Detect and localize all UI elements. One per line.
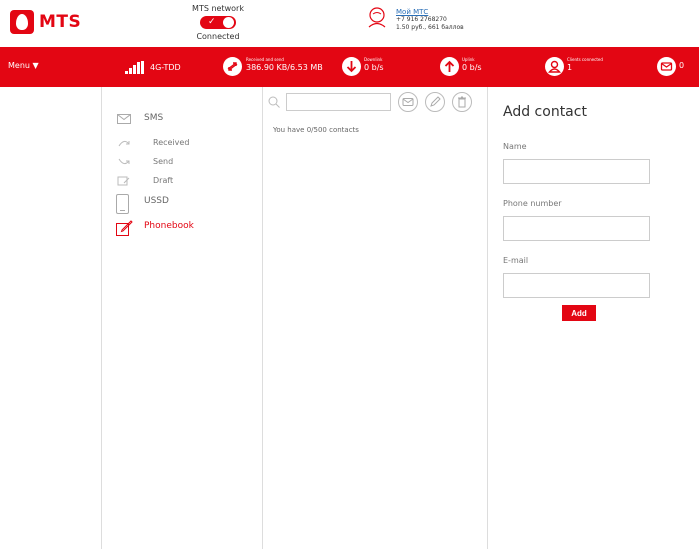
sidebar-item-draft[interactable]: Draft [153, 176, 173, 185]
contact-search-input[interactable] [286, 93, 391, 111]
traffic-icon [223, 57, 242, 76]
mts-logo[interactable]: MTS [10, 10, 82, 34]
pencil-icon [430, 96, 441, 107]
network-connection-status: Connected [196, 32, 240, 41]
network-type: 4G-TDD [150, 63, 181, 72]
downlink-icon [342, 57, 361, 76]
uplink-stat: Uplink 0 b/s [462, 57, 482, 73]
email-label: E-mail [503, 256, 529, 265]
message-contact-button[interactable] [398, 92, 418, 112]
contacts-panel: You have 0/500 contacts [262, 87, 488, 549]
edit-contact-button[interactable] [425, 92, 445, 112]
sidebar-item-ussd[interactable]: USSD [144, 196, 169, 206]
add-contact-title: Add contact [503, 104, 587, 120]
ussd-phone-icon [116, 194, 129, 214]
add-contact-form: Add contact Name Phone number E-mail Add [488, 87, 699, 549]
network-toggle[interactable]: ✓ [200, 16, 236, 29]
balance: 1.50 руб., 661 баллов [396, 24, 464, 31]
sms-envelope-icon [117, 114, 131, 124]
mts-egg-icon [10, 10, 34, 34]
clients-value: 1 [567, 63, 573, 72]
clients-icon [545, 57, 564, 76]
envelope-icon [402, 98, 414, 106]
clients-label: Clients connected [567, 57, 603, 62]
phone-label: Phone number [503, 199, 562, 208]
account-link[interactable]: Мой МТС [396, 8, 536, 16]
send-icon [118, 158, 130, 165]
name-label: Name [503, 142, 527, 151]
contacts-count: You have 0/500 contacts [273, 126, 359, 134]
email-field[interactable] [503, 273, 650, 298]
check-icon: ✓ [208, 17, 216, 27]
status-bar: Menu ▼ 4G-TDD Received and send 386.90 K… [0, 47, 699, 87]
uplink-icon [440, 57, 459, 76]
sidebar-item-sms[interactable]: SMS [144, 113, 163, 123]
traffic-value: 386.90 KB/6.53 MB [246, 63, 323, 72]
mail-icon[interactable] [657, 57, 676, 76]
brand-name: MTS [39, 12, 82, 32]
network-label: MTS network [192, 4, 244, 13]
phone-field[interactable] [503, 216, 650, 241]
draft-icon [117, 176, 130, 186]
signal-strength-icon [125, 61, 145, 74]
received-icon [118, 140, 130, 147]
sidebar-item-phonebook[interactable]: Phonebook [144, 221, 194, 231]
search-icon [268, 96, 280, 108]
toggle-knob [223, 17, 234, 28]
delete-contact-button[interactable] [452, 92, 472, 112]
network-status: MTS network ✓ Connected [186, 4, 250, 41]
clients-stat: Clients connected 1 [567, 57, 603, 73]
name-field[interactable] [503, 159, 650, 184]
menu-button[interactable]: Menu ▼ [8, 61, 39, 70]
trash-icon [458, 96, 466, 108]
sidebar-item-received[interactable]: Received [153, 138, 189, 147]
uplink-value: 0 b/s [462, 63, 482, 72]
messages-count: 0 [679, 61, 685, 70]
add-contact-button[interactable]: Add [562, 305, 596, 321]
traffic-stat: Received and send 386.90 KB/6.53 MB [246, 57, 323, 73]
sidebar-item-send[interactable]: Send [153, 157, 173, 166]
phonebook-icon [116, 220, 133, 236]
downlink-stat: Downlink 0 b/s [364, 57, 384, 73]
sidebar: SMS Received Send Draft USSD Phonebook [101, 87, 263, 549]
phone-number: +7 916 2768270 [396, 16, 447, 23]
user-icon [368, 7, 386, 28]
top-header: MTS MTS network ✓ Connected Мой МТС +7 9… [0, 0, 699, 47]
downlink-value: 0 b/s [364, 63, 384, 72]
